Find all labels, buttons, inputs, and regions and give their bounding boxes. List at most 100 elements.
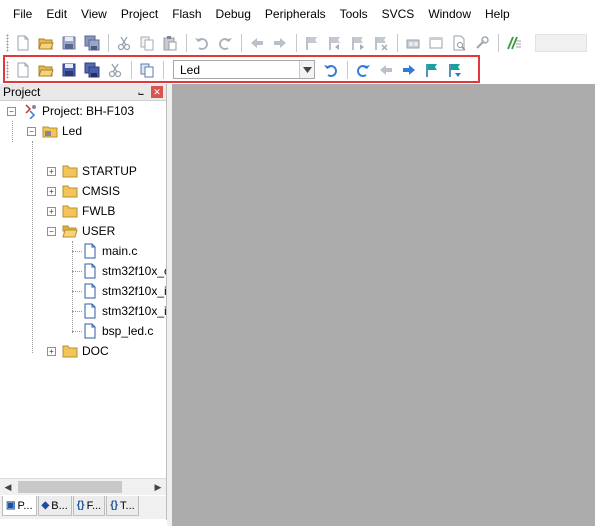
copy-icon[interactable] [137, 33, 157, 53]
collapse-toggle[interactable]: − [7, 106, 16, 116]
save-icon[interactable] [59, 33, 79, 53]
window-icon[interactable] [426, 33, 446, 53]
toolbar-gripper[interactable] [6, 33, 9, 52]
toolbar-gripper[interactable] [6, 60, 9, 79]
expand-toggle[interactable]: + [47, 186, 56, 196]
tab-functions[interactable]: {} F... [72, 496, 106, 516]
tree-group-doc[interactable]: + DOC [47, 341, 109, 361]
folder-icon [62, 163, 78, 179]
search-files-icon[interactable] [449, 33, 469, 53]
nav-back-icon[interactable] [376, 60, 396, 80]
editor-area[interactable] [172, 84, 595, 526]
menu-view[interactable]: View [74, 0, 114, 29]
chevron-down-icon[interactable] [299, 61, 314, 78]
cut-icon[interactable] [114, 33, 134, 53]
comment-icon[interactable] [504, 33, 524, 53]
tree-group-user[interactable]: − USER [47, 221, 115, 241]
menu-peripherals[interactable]: Peripherals [258, 0, 333, 29]
toolbar-separator [296, 33, 297, 52]
menu-window[interactable]: Window [421, 0, 478, 29]
tree-file[interactable]: bsp_led.c [82, 321, 153, 341]
clear-bookmarks-icon[interactable] [371, 33, 391, 53]
cut-icon[interactable] [105, 60, 125, 80]
tab-label: F... [86, 499, 102, 512]
new-file-icon[interactable] [13, 60, 33, 80]
tab-label: T... [120, 499, 135, 512]
insert-bookmark-icon[interactable] [422, 60, 442, 80]
insert-bookmark-icon[interactable] [302, 33, 322, 53]
menu-project[interactable]: Project [114, 0, 165, 29]
group-label: DOC [82, 344, 109, 358]
redo-icon[interactable] [353, 60, 373, 80]
copy-icon[interactable] [137, 60, 157, 80]
new-file-icon[interactable] [13, 33, 33, 53]
toolbar-separator [347, 60, 348, 79]
pin-icon[interactable]: ⨽ [134, 87, 148, 98]
toolbar-separator [241, 33, 242, 52]
toolbar-search-field[interactable] [535, 33, 587, 52]
tree-line [12, 121, 13, 142]
tree-target[interactable]: − Led [27, 121, 82, 141]
project-label: Project: BH-F103 [42, 104, 135, 118]
toolbar-separator [498, 33, 499, 52]
target-select[interactable]: Led [173, 60, 315, 79]
find-icon[interactable] [403, 33, 423, 53]
nav-back-icon[interactable] [247, 33, 267, 53]
save-all-icon[interactable] [82, 33, 102, 53]
nav-forward-icon[interactable] [399, 60, 419, 80]
configure-icon[interactable] [472, 33, 492, 53]
tree-file[interactable]: stm32f10x_i [82, 281, 166, 301]
menu-svcs[interactable]: SVCS [375, 0, 422, 29]
project-icon [22, 103, 38, 119]
open-folder-icon [62, 223, 78, 239]
open-folder-icon[interactable] [36, 33, 56, 53]
scroll-track[interactable] [16, 479, 150, 495]
menu-help[interactable]: Help [478, 0, 517, 29]
save-all-icon[interactable] [82, 60, 102, 80]
toolbar-separator [108, 33, 109, 52]
paste-icon[interactable] [160, 33, 180, 53]
toolbar-separator [131, 60, 132, 79]
file-label: bsp_led.c [102, 324, 154, 338]
templates-tab-icon: {} [110, 500, 119, 511]
tree-file[interactable]: main.c [82, 241, 137, 261]
tree-project-root[interactable]: − Project: BH-F103 [7, 101, 134, 121]
horizontal-scrollbar[interactable]: ◀ ▶ [0, 478, 166, 495]
save-icon[interactable] [59, 60, 79, 80]
scroll-right-icon[interactable]: ▶ [150, 479, 166, 495]
tree-group-fwlb[interactable]: + FWLB [47, 201, 115, 221]
expand-toggle[interactable]: + [47, 166, 56, 176]
tab-templates[interactable]: {} T... [106, 496, 139, 516]
collapse-toggle[interactable]: − [47, 226, 56, 236]
scroll-thumb[interactable] [18, 481, 122, 493]
open-folder-icon[interactable] [36, 60, 56, 80]
tree-group-startup[interactable]: + STARTUP [47, 161, 137, 181]
toolbar-separator [186, 33, 187, 52]
undo-icon[interactable] [321, 60, 341, 80]
tab-books[interactable]: ◆ B... [37, 496, 72, 516]
folder-icon [62, 203, 78, 219]
close-icon[interactable]: ✕ [151, 86, 163, 98]
tree-file[interactable]: stm32f10x_i [82, 301, 166, 321]
menu-edit[interactable]: Edit [39, 0, 74, 29]
menu-tools[interactable]: Tools [333, 0, 375, 29]
expand-toggle[interactable]: + [47, 346, 56, 356]
nav-forward-icon[interactable] [270, 33, 290, 53]
redo-icon[interactable] [215, 33, 235, 53]
next-bookmark-icon[interactable] [445, 60, 465, 80]
tree-group-cmsis[interactable]: + CMSIS [47, 181, 120, 201]
prev-bookmark-icon[interactable] [325, 33, 345, 53]
menu-flash[interactable]: Flash [165, 0, 208, 29]
toolbar-separator [163, 60, 164, 79]
tab-project[interactable]: ▣ P... [2, 496, 37, 516]
undo-icon[interactable] [192, 33, 212, 53]
expand-toggle[interactable]: + [47, 206, 56, 216]
scroll-left-icon[interactable]: ◀ [0, 479, 16, 495]
menu-file[interactable]: File [6, 0, 39, 29]
tree-file[interactable]: stm32f10x_c [82, 261, 166, 281]
tree-line [72, 241, 73, 333]
folder-icon [62, 343, 78, 359]
next-bookmark-icon[interactable] [348, 33, 368, 53]
menu-debug[interactable]: Debug [209, 0, 258, 29]
collapse-toggle[interactable]: − [27, 126, 36, 136]
